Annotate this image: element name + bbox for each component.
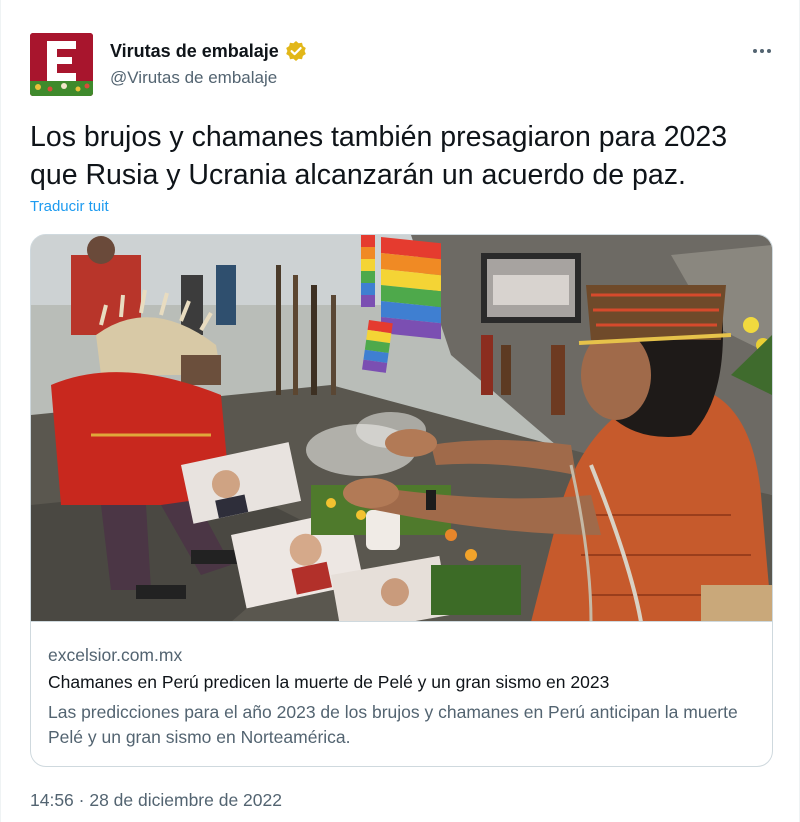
tweet-container: Virutas de embalaje @Virutas de embalaje… — [0, 0, 800, 822]
card-description: Las predicciones para el año 2023 de los… — [48, 702, 738, 747]
more-options-button[interactable] — [749, 38, 775, 64]
link-preview-card[interactable]: excelsior.com.mx Chamanes en Perú predic… — [30, 234, 773, 767]
shaman-ritual-photo — [31, 235, 772, 621]
author-name[interactable]: Virutas de embalaje — [110, 41, 279, 62]
author-handle[interactable]: @Virutas de embalaje — [110, 68, 277, 88]
card-domain: excelsior.com.mx — [48, 645, 183, 665]
more-options-icon — [753, 49, 771, 53]
tweet-text: Los brujos y chamanes también presagiaro… — [30, 121, 728, 191]
avatar-logo-icon — [30, 33, 93, 96]
avatar[interactable] — [30, 33, 93, 96]
card-title: Chamanes en Perú predicen la muerte de P… — [48, 672, 610, 692]
verified-badge-icon — [285, 40, 307, 62]
translate-tweet-link[interactable]: Traducir tuit — [30, 198, 109, 215]
tweet-timestamp[interactable]: 14:56 · 28 de diciembre de 2022 — [30, 790, 282, 811]
card-image[interactable] — [31, 235, 772, 622]
